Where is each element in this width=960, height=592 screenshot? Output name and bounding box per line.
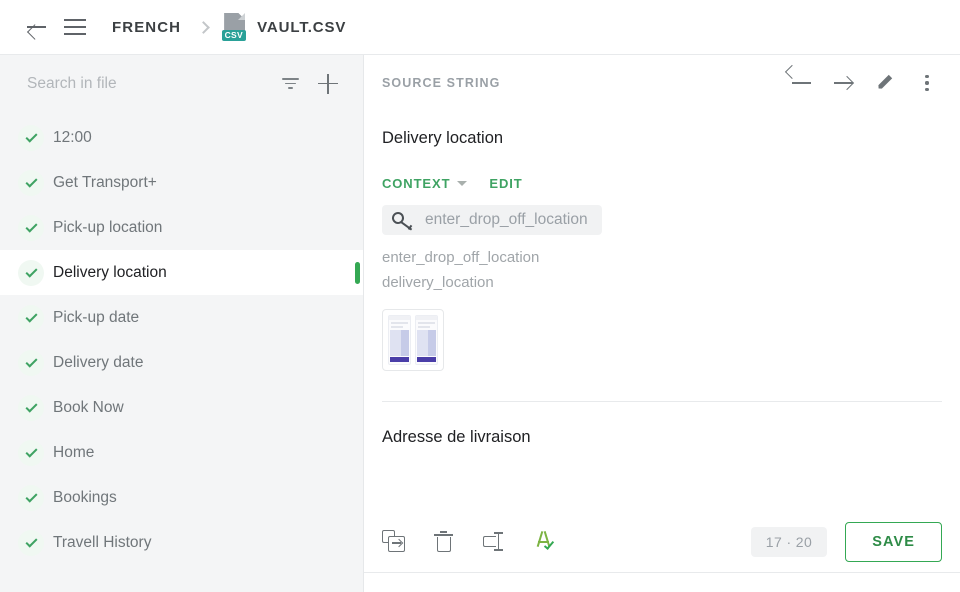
arrow-left-icon xyxy=(791,73,812,94)
chevron-down-icon[interactable] xyxy=(457,181,468,186)
list-item-label: Pick-up location xyxy=(53,218,163,236)
top-app-bar: FRENCH CSV VAULT.CSV xyxy=(0,0,960,55)
list-item[interactable]: 12:00 xyxy=(0,115,363,160)
detail-footer: 17 · 20 SAVE xyxy=(364,512,960,592)
thumbnail-phone-right xyxy=(415,315,438,365)
copy-to-icon[interactable] xyxy=(382,530,406,554)
detail-header-actions xyxy=(782,64,946,102)
footer-right-group: 17 · 20 SAVE xyxy=(750,522,942,562)
edit-source-button[interactable] xyxy=(866,64,904,102)
source-string-label: SOURCE STRING xyxy=(382,76,501,90)
footer-divider xyxy=(364,572,960,592)
key-icon xyxy=(390,209,414,231)
check-icon xyxy=(18,439,44,466)
list-item-label: Pick-up date xyxy=(53,308,140,326)
check-icon xyxy=(18,394,44,421)
footer-icon-group xyxy=(382,530,556,554)
context-toggle[interactable]: CONTEXT xyxy=(382,176,450,191)
translation-text[interactable]: Adresse de livraison xyxy=(364,402,960,447)
check-icon xyxy=(18,484,44,511)
list-item[interactable]: Delivery date xyxy=(0,340,363,385)
arrow-left-icon xyxy=(26,16,48,38)
footer-toolbar: 17 · 20 SAVE xyxy=(364,512,960,572)
list-item-label: 12:00 xyxy=(53,128,92,146)
character-counter: 17 · 20 xyxy=(750,527,828,557)
pencil-icon xyxy=(874,72,896,94)
list-item-label: Home xyxy=(53,443,95,461)
list-item-selected[interactable]: Delivery location xyxy=(0,250,363,295)
list-item-label: Book Now xyxy=(53,398,124,416)
list-item[interactable]: Home xyxy=(0,430,363,475)
previous-string-button[interactable] xyxy=(782,64,820,102)
save-button[interactable]: SAVE xyxy=(845,522,942,562)
list-item[interactable]: Book Now xyxy=(0,385,363,430)
context-line: enter_drop_off_location xyxy=(382,249,540,266)
list-item[interactable]: Travell History xyxy=(0,520,363,565)
csv-badge-label: CSV xyxy=(222,29,246,41)
detail-content: Delivery location CONTEXT EDIT enter_dro… xyxy=(364,111,960,402)
list-item[interactable]: Get Transport+ xyxy=(0,160,363,205)
list-item[interactable]: Pick-up location xyxy=(0,205,363,250)
more-vertical-icon xyxy=(917,73,937,93)
split-string-icon[interactable] xyxy=(482,530,506,554)
search-input[interactable] xyxy=(27,74,271,93)
hamburger-menu-icon xyxy=(64,19,86,35)
check-icon xyxy=(18,349,44,376)
next-string-button[interactable] xyxy=(824,64,862,102)
csv-file-icon: CSV xyxy=(222,13,247,41)
list-item-label: Get Transport+ xyxy=(53,173,157,191)
thumbnail-phone-left xyxy=(388,315,411,365)
context-row: CONTEXT EDIT xyxy=(382,176,942,191)
chevron-right-icon xyxy=(197,20,210,34)
string-key-chip[interactable]: enter_drop_off_location xyxy=(382,205,602,235)
list-item[interactable]: Bookings xyxy=(0,475,363,520)
spellcheck-icon[interactable] xyxy=(532,530,556,554)
main-body: 12:00 Get Transport+ Pick-up location De… xyxy=(0,55,960,592)
app-screenshot-thumbnail[interactable] xyxy=(382,309,444,371)
context-edit-button[interactable]: EDIT xyxy=(489,176,522,191)
check-icon xyxy=(18,169,44,196)
source-string-text: Delivery location xyxy=(382,129,504,147)
app-root: FRENCH CSV VAULT.CSV 12: xyxy=(0,0,960,592)
filter-button[interactable] xyxy=(271,65,309,103)
context-line: delivery_location xyxy=(382,274,494,291)
string-list: 12:00 Get Transport+ Pick-up location De… xyxy=(0,112,363,592)
filter-icon xyxy=(280,77,300,90)
trash-icon[interactable] xyxy=(432,530,456,554)
detail-panel: SOURCE STRING Delivery location CONTEXT … xyxy=(364,55,960,592)
check-icon xyxy=(18,529,44,556)
list-item[interactable]: Pick-up date xyxy=(0,295,363,340)
file-name-title[interactable]: VAULT.CSV xyxy=(257,19,346,36)
check-icon xyxy=(18,304,44,331)
arrow-right-icon xyxy=(833,73,854,94)
menu-button[interactable] xyxy=(56,8,94,46)
list-item-label: Bookings xyxy=(53,488,117,506)
list-item-label: Delivery date xyxy=(53,353,144,371)
check-icon xyxy=(18,214,44,241)
list-item-label: Travell History xyxy=(53,533,152,551)
string-key-name: enter_drop_off_location xyxy=(425,211,588,228)
check-icon xyxy=(18,124,44,151)
more-options-button[interactable] xyxy=(908,64,946,102)
search-row xyxy=(0,55,363,112)
back-button[interactable] xyxy=(18,8,56,46)
add-string-button[interactable] xyxy=(309,65,347,103)
plus-icon xyxy=(318,73,338,94)
detail-header: SOURCE STRING xyxy=(364,55,960,111)
breadcrumb-language[interactable]: FRENCH xyxy=(112,19,181,36)
list-item-label: Delivery location xyxy=(53,263,167,281)
sidebar-panel: 12:00 Get Transport+ Pick-up location De… xyxy=(0,55,364,592)
check-icon xyxy=(18,259,44,286)
